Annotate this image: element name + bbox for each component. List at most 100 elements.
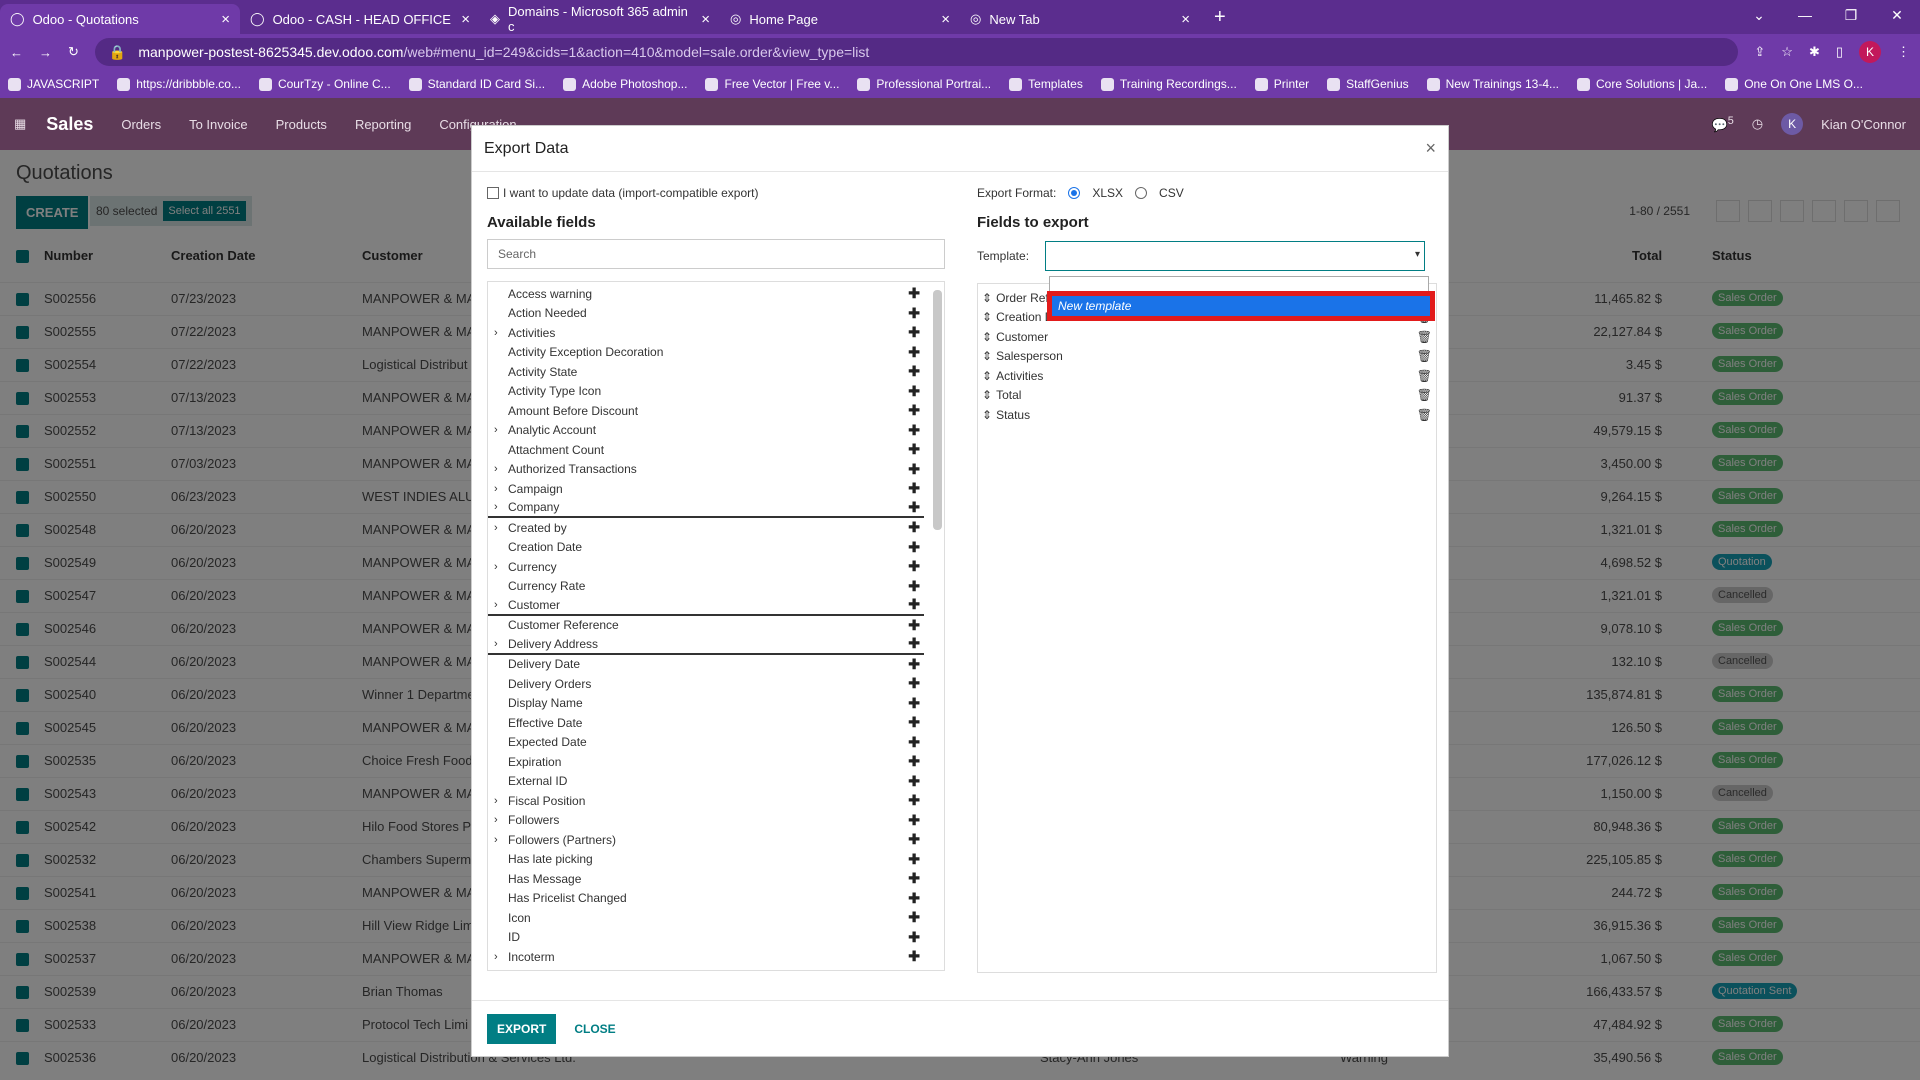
close-dialog-icon[interactable]: × [1425,138,1436,159]
bookmark-item[interactable]: Adobe Photoshop... [563,77,687,91]
drag-handle-icon[interactable]: ⇕ [982,310,992,324]
available-field-item[interactable]: Expiration ✚ [488,752,924,772]
add-field-icon[interactable]: ✚ [908,596,920,613]
add-field-icon[interactable]: ✚ [908,539,920,556]
bookmark-item[interactable]: CourTzy - Online C... [258,77,391,91]
export-field-item[interactable]: ⇕ Activities 🗑 [982,366,1432,386]
add-field-icon[interactable]: ✚ [908,285,920,302]
bookmark-item[interactable]: Training Recordings... [1100,77,1237,91]
close-tab-icon[interactable]: × [941,11,950,28]
apps-grid-icon[interactable]: ▦ [14,116,26,132]
available-field-item[interactable]: ID ✚ [488,928,924,948]
clock-icon[interactable]: ◷ [1752,116,1763,132]
template-select[interactable] [1045,241,1426,271]
trash-icon[interactable]: 🗑 [1417,408,1432,422]
bookmark-item[interactable]: Free Vector | Free v... [705,77,839,91]
add-field-icon[interactable]: ✚ [908,714,920,731]
bookmark-item[interactable]: JAVASCRIPT [8,77,99,91]
available-field-item[interactable]: › Activities ✚ [488,323,924,343]
close-tab-icon[interactable]: × [461,11,470,28]
drag-handle-icon[interactable]: ⇕ [982,291,992,305]
add-field-icon[interactable]: ✚ [908,519,920,536]
available-field-item[interactable]: › Fiscal Position ✚ [488,791,924,811]
available-field-item[interactable]: › Incoterm ✚ [488,947,924,967]
menu-reporting[interactable]: Reporting [355,117,411,132]
available-field-item[interactable]: › Company ✚ [488,499,924,518]
new-template-option[interactable]: New template [1047,291,1435,321]
available-field-item[interactable]: › Analytic Account ✚ [488,421,924,441]
bookmark-item[interactable]: Standard ID Card Si... [408,77,545,91]
available-field-item[interactable]: Display Name ✚ [488,694,924,714]
available-field-item[interactable]: › Followers (Partners) ✚ [488,830,924,850]
app-name[interactable]: Sales [46,114,93,135]
export-field-item[interactable]: ⇕ Customer 🗑 [982,327,1432,347]
drag-handle-icon[interactable]: ⇕ [982,388,992,402]
trash-icon[interactable]: 🗑 [1417,369,1432,383]
available-field-item[interactable]: Attachment Count ✚ [488,440,924,460]
add-field-icon[interactable]: ✚ [908,499,920,516]
add-field-icon[interactable]: ✚ [908,656,920,673]
add-field-icon[interactable]: ✚ [908,870,920,887]
available-field-item[interactable]: Has Pricelist Changed ✚ [488,889,924,909]
expand-chevron-icon[interactable]: › [494,483,498,495]
add-field-icon[interactable]: ✚ [908,422,920,439]
available-field-item[interactable]: › Followers ✚ [488,811,924,831]
bookmark-item[interactable]: https://dribbble.co... [117,77,241,91]
add-field-icon[interactable]: ✚ [908,578,920,595]
available-field-item[interactable]: Icon ✚ [488,908,924,928]
bookmark-item[interactable]: Printer [1254,77,1309,91]
trash-icon[interactable]: 🗑 [1417,388,1432,402]
expand-chevron-icon[interactable]: › [494,951,498,963]
add-field-icon[interactable]: ✚ [908,617,920,634]
chat-icon[interactable]: 💬5 [1712,115,1734,133]
trash-icon[interactable]: 🗑 [1417,330,1432,344]
add-field-icon[interactable]: ✚ [908,948,920,965]
url-field[interactable]: 🔒 manpower-postest-8625345.dev.odoo.com/… [94,38,1739,66]
add-field-icon[interactable]: ✚ [908,929,920,946]
browser-tab[interactable]: ◎ New Tab × [960,4,1200,34]
menu-products[interactable]: Products [276,117,327,132]
available-field-item[interactable]: Activity Exception Decoration ✚ [488,343,924,363]
drag-handle-icon[interactable]: ⇕ [982,349,992,363]
bookmark-item[interactable]: Templates [1009,77,1083,91]
available-field-item[interactable]: Creation Date ✚ [488,538,924,558]
add-field-icon[interactable]: ✚ [908,909,920,926]
share-icon[interactable]: ⇪ [1754,44,1765,60]
add-field-icon[interactable]: ✚ [908,851,920,868]
available-field-item[interactable]: Effective Date ✚ [488,713,924,733]
browser-tab[interactable]: ◎ Home Page × [720,4,960,34]
add-field-icon[interactable]: ✚ [908,363,920,380]
trash-icon[interactable]: 🗑 [1417,349,1432,363]
field-search-input[interactable]: Search [487,239,945,269]
close-window-icon[interactable]: ✕ [1874,0,1920,30]
add-field-icon[interactable]: ✚ [908,383,920,400]
xlsx-radio[interactable] [1068,187,1081,199]
expand-chevron-icon[interactable]: › [494,599,498,611]
add-field-icon[interactable]: ✚ [908,344,920,361]
minimize-icon[interactable]: — [1782,0,1828,30]
extensions-icon[interactable]: ✱ [1809,44,1820,60]
menu-icon[interactable]: ⋮ [1897,44,1910,60]
available-field-item[interactable]: Delivery Orders ✚ [488,674,924,694]
close-button[interactable]: CLOSE [574,1022,615,1036]
add-field-icon[interactable]: ✚ [908,831,920,848]
user-name[interactable]: Kian O'Connor [1821,117,1906,132]
close-tab-icon[interactable]: × [1181,11,1190,28]
expand-chevron-icon[interactable]: › [494,424,498,436]
expand-chevron-icon[interactable]: › [494,561,498,573]
forward-icon[interactable]: → [39,45,52,60]
expand-chevron-icon[interactable]: › [494,463,498,475]
add-field-icon[interactable]: ✚ [908,753,920,770]
bookmark-item[interactable]: One On One LMS O... [1725,77,1863,91]
available-field-item[interactable]: Activity State ✚ [488,362,924,382]
star-icon[interactable]: ☆ [1781,44,1793,60]
available-field-item[interactable]: Expected Date ✚ [488,733,924,753]
expand-chevron-icon[interactable]: › [494,834,498,846]
available-field-item[interactable]: Delivery Date ✚ [488,655,924,675]
bookmark-item[interactable]: StaffGenius [1327,77,1409,91]
add-field-icon[interactable]: ✚ [908,305,920,322]
add-field-icon[interactable]: ✚ [908,675,920,692]
add-field-icon[interactable]: ✚ [908,695,920,712]
bookmark-item[interactable]: Core Solutions | Ja... [1577,77,1707,91]
drag-handle-icon[interactable]: ⇕ [982,330,992,344]
